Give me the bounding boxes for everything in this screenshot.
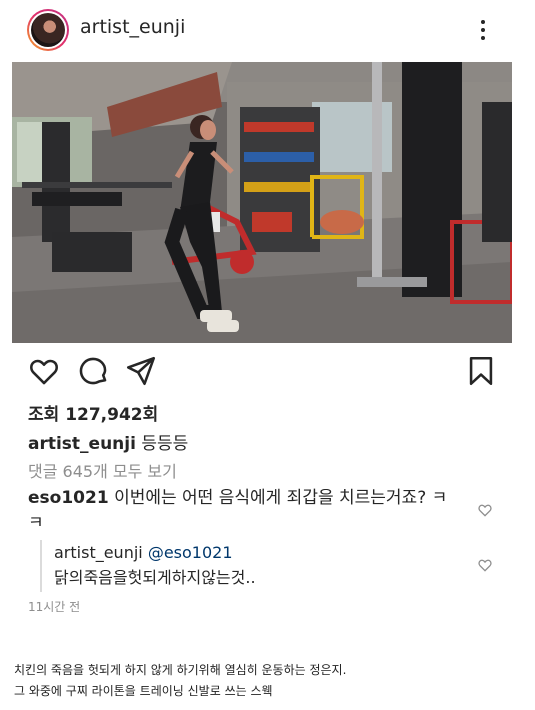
comment: eso1021 이번에는 어떤 음식에게 죄갑을 치르는거죠? ㅋㅋ (28, 486, 458, 536)
more-icon[interactable] (474, 18, 492, 42)
caption-username[interactable]: artist_eunji (28, 434, 136, 454)
comment-icon[interactable] (76, 354, 110, 388)
send-icon[interactable] (124, 354, 158, 388)
avatar-image (31, 13, 65, 47)
view-all-comments-link[interactable]: 댓글 645개 모두 보기 (28, 458, 177, 482)
bookmark-icon[interactable] (464, 354, 498, 388)
caption: artist_eunji 등등등 (28, 429, 188, 454)
post-photo[interactable] (12, 62, 512, 343)
action-bar (0, 352, 535, 392)
footer-line-1: 치킨의 죽음을 헛되게 하지 않게 하기위해 열심히 운동하는 정은지. (14, 663, 347, 677)
article-footer: 치킨의 죽음을 헛되게 하지 않게 하기위해 열심히 운동하는 정은지. 그 와… (14, 660, 524, 702)
post-username[interactable]: artist_eunji (80, 16, 185, 38)
heart-icon[interactable] (27, 354, 61, 388)
caption-text: 등등등 (141, 434, 189, 454)
comment-like-icon[interactable] (477, 502, 493, 518)
comment-username[interactable]: eso1021 (28, 488, 109, 508)
view-count: 조회 127,942회 (28, 405, 159, 425)
footer-line-2: 그 와중에 구찌 라이톤을 트레이닝 신발로 쓰는 스웩 (14, 684, 273, 698)
reply-divider (40, 540, 42, 592)
reply-username[interactable]: artist_eunji (54, 543, 143, 562)
timestamp: 11시간 전 (28, 600, 81, 614)
reply: artist_eunji @eso1021 닭의죽음을헛되게하지않는것.. (54, 540, 434, 590)
reply-mention[interactable]: @eso1021 (148, 543, 233, 562)
reply-like-icon[interactable] (477, 557, 493, 573)
reply-text: 닭의죽음을헛되게하지않는것.. (54, 568, 256, 587)
avatar[interactable] (27, 9, 69, 51)
post-header: artist_eunji (0, 0, 535, 60)
